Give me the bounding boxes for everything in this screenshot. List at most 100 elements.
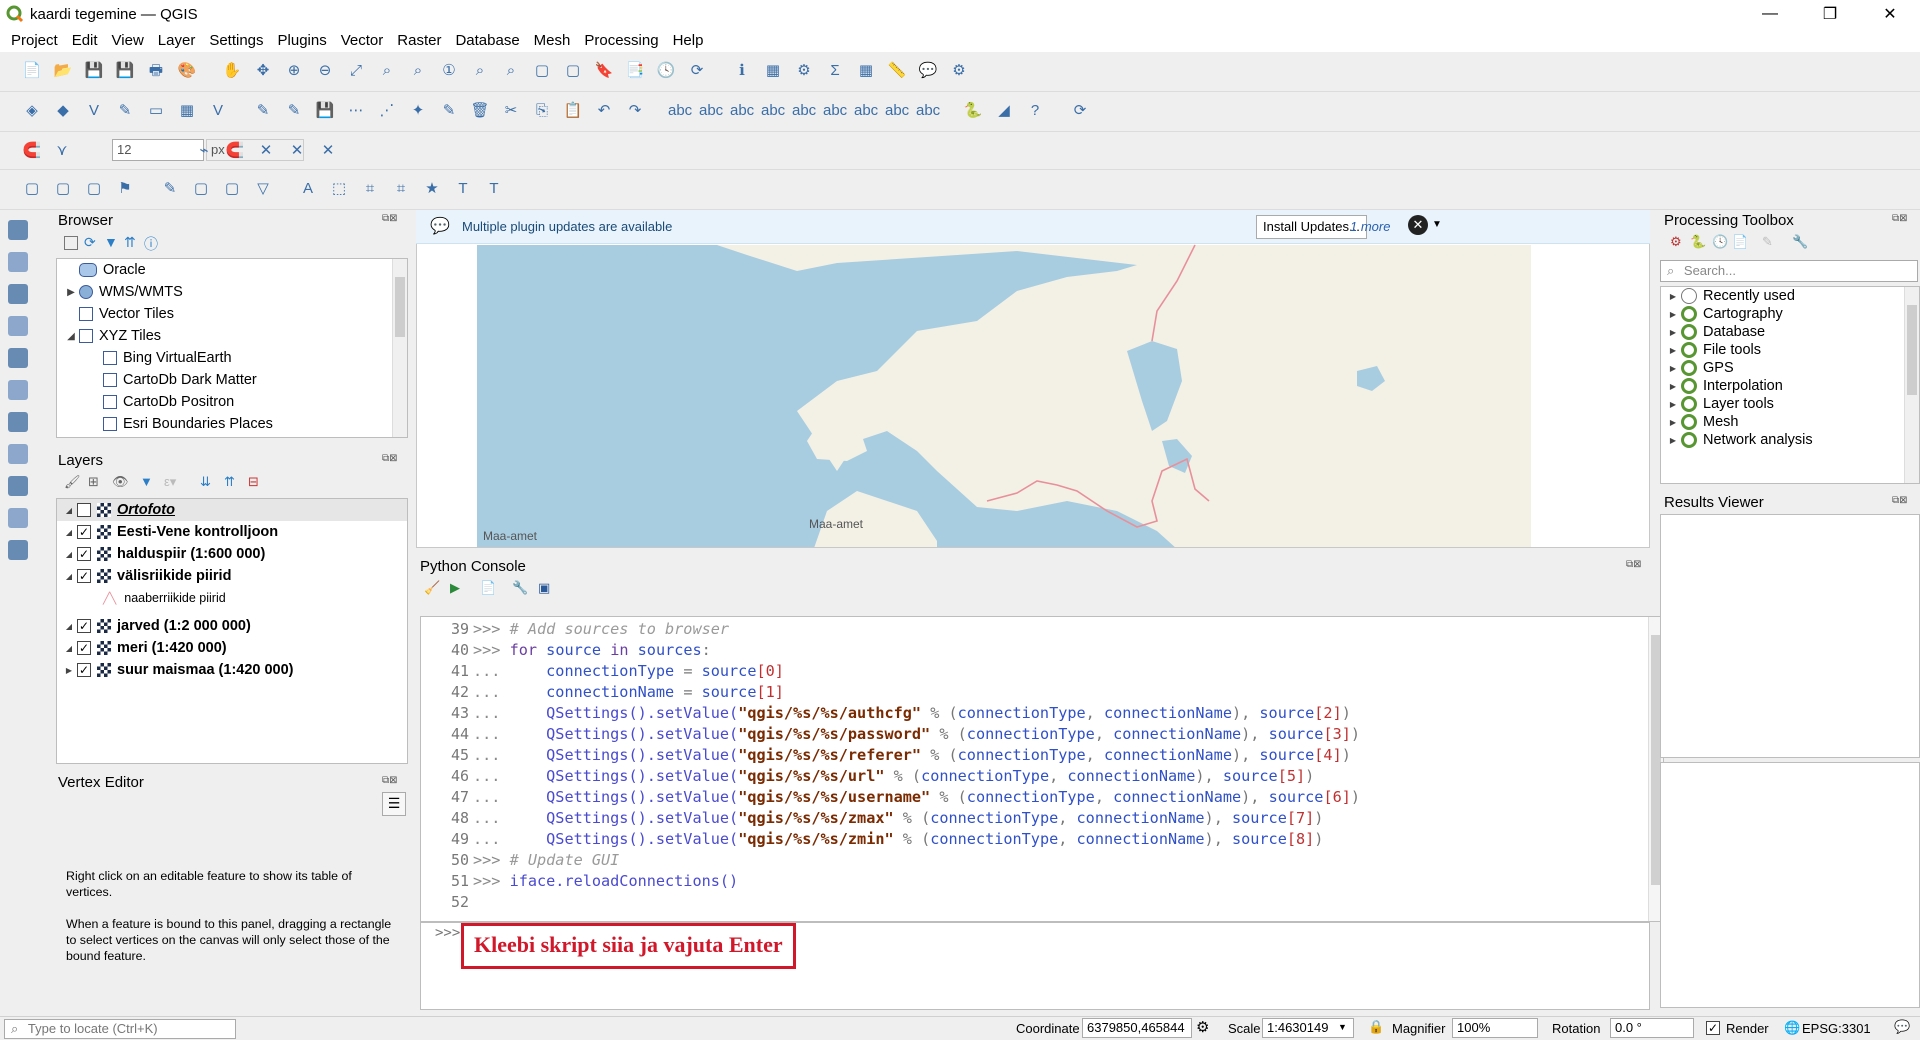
- expand-arrow-icon[interactable]: ◢: [61, 550, 77, 559]
- browser-item[interactable]: Bing VirtualEarth: [57, 347, 407, 369]
- filter-legend-icon[interactable]: ▼: [140, 474, 153, 489]
- undo-icon[interactable]: ↶: [592, 99, 616, 123]
- remove-layer-icon[interactable]: ⊟: [248, 474, 259, 490]
- label-icon[interactable]: abc: [668, 99, 692, 123]
- expand-arrow-icon[interactable]: ▶: [63, 287, 79, 298]
- expand-arrow-icon[interactable]: ▶: [1665, 328, 1681, 337]
- results-viewer-list[interactable]: [1660, 514, 1920, 758]
- locator-input[interactable]: ⌕ Type to locate (Ctrl+K): [4, 1019, 236, 1039]
- style-manager-icon[interactable]: 🎨: [175, 59, 199, 83]
- menu-layer[interactable]: Layer: [151, 32, 203, 49]
- add-delimited-icon[interactable]: [8, 316, 28, 336]
- label-diagram-icon[interactable]: abc: [885, 99, 909, 123]
- browser-dock-buttons[interactable]: ⧉⊠: [382, 213, 398, 224]
- redo-icon[interactable]: ↷: [623, 99, 647, 123]
- expand-arrow-icon[interactable]: ◢: [61, 506, 77, 515]
- pan-icon[interactable]: ✋: [220, 59, 244, 83]
- new-map-view-icon[interactable]: ▢: [530, 59, 554, 83]
- add-wfs-icon[interactable]: [8, 476, 28, 496]
- expand-arrow-icon[interactable]: ▶: [1665, 382, 1681, 391]
- filter-expression-icon[interactable]: ε▾: [164, 474, 176, 490]
- snapping-magnet-icon[interactable]: 🧲: [20, 139, 44, 163]
- clear-console-icon[interactable]: 🧹: [424, 580, 440, 596]
- info-icon[interactable]: ⓘ: [144, 234, 158, 254]
- trace-icon[interactable]: ⌁: [192, 139, 216, 163]
- layer-visibility-checkbox[interactable]: ✓: [77, 641, 91, 655]
- vertex-editor-menu-button[interactable]: ☰: [382, 792, 406, 816]
- split-icon[interactable]: ▢: [220, 177, 244, 201]
- zoom-native-icon[interactable]: ①: [437, 59, 461, 83]
- zoom-last-icon[interactable]: ⌕: [468, 59, 492, 83]
- processing-group[interactable]: ▶ Interpolation: [1661, 377, 1919, 395]
- processing-dock-buttons[interactable]: ⧉⊠: [1892, 213, 1908, 224]
- menu-mesh[interactable]: Mesh: [527, 32, 578, 49]
- processing-group[interactable]: ▶ GPS: [1661, 359, 1919, 377]
- measure-icon[interactable]: 📏: [885, 59, 909, 83]
- settings-gear-icon[interactable]: ⚙: [792, 59, 816, 83]
- run-command-icon[interactable]: ▶: [450, 580, 460, 596]
- toggle-extents-icon[interactable]: ⚙: [1196, 1018, 1209, 1036]
- toggle-editing-icon[interactable]: ✎: [251, 99, 275, 123]
- layer-visibility-checkbox[interactable]: ✓: [77, 619, 91, 633]
- browser-item[interactable]: Oracle: [57, 259, 407, 281]
- advanced-icon[interactable]: ✕: [316, 139, 340, 163]
- temporal-icon[interactable]: 🕓: [654, 59, 678, 83]
- expand-arrow-icon[interactable]: ▶: [1665, 292, 1681, 301]
- expand-arrow-icon[interactable]: ◢: [61, 528, 77, 537]
- layer-visibility-checkbox[interactable]: ✓: [77, 569, 91, 583]
- vertex-dock-buttons[interactable]: ⧉⊠: [382, 775, 398, 786]
- history-icon[interactable]: 🕓: [1712, 234, 1728, 250]
- zoom-full-icon[interactable]: ⤢: [344, 59, 368, 83]
- save-as-icon[interactable]: 💾: [113, 59, 137, 83]
- processing-group[interactable]: ▶ Cartography: [1661, 305, 1919, 323]
- browser-item[interactable]: CartoDb Positron: [57, 391, 407, 413]
- label-pin-icon[interactable]: abc: [699, 99, 723, 123]
- layer-item[interactable]: ◢ ✓ halduspiir (1:600 000): [57, 543, 407, 565]
- layer-item[interactable]: ╱╲ naaberriikide piirid: [57, 587, 407, 609]
- layer-item[interactable]: ◢ ✓ jarved (1:2 000 000): [57, 615, 407, 637]
- snapping-tolerance-spinbox[interactable]: 12: [112, 139, 204, 161]
- label-highlight-icon[interactable]: abc: [730, 99, 754, 123]
- delete-icon[interactable]: 🗑: [468, 99, 492, 123]
- table-icon[interactable]: ▦: [854, 59, 878, 83]
- menu-project[interactable]: Project: [4, 32, 65, 49]
- show-bookmarks-icon[interactable]: 📑: [623, 59, 647, 83]
- collapse-all-layers-icon[interactable]: ⇈: [224, 474, 235, 490]
- help-icon[interactable]: ?: [1023, 99, 1047, 123]
- browser-item[interactable]: ▶ WMS/WMTS: [57, 281, 407, 303]
- layer-styling-icon[interactable]: 🖌: [64, 474, 81, 490]
- zoom-out-icon[interactable]: ⊖: [313, 59, 337, 83]
- dismiss-icon[interactable]: ✕: [1408, 215, 1428, 235]
- expand-all-icon[interactable]: ⇊: [200, 474, 211, 490]
- merge-icon[interactable]: ▽: [251, 177, 275, 201]
- magnifier-spinbox[interactable]: 100%: [1452, 1018, 1538, 1038]
- statistics-sigma-icon[interactable]: Σ: [823, 59, 847, 83]
- cut-icon[interactable]: ✂: [499, 99, 523, 123]
- expand-arrow-icon[interactable]: ◢: [61, 644, 77, 653]
- add-wms-icon[interactable]: [8, 412, 28, 432]
- expand-arrow-icon[interactable]: ▶: [1665, 364, 1681, 373]
- zoom-in-icon[interactable]: ⊕: [282, 59, 306, 83]
- close-window-button[interactable]: ✕: [1860, 0, 1920, 28]
- console-dock-buttons[interactable]: ⧉⊠: [1626, 559, 1642, 570]
- options-wrench-icon[interactable]: 🔧: [1792, 234, 1808, 250]
- data-source-manager-icon[interactable]: ◈: [20, 99, 44, 123]
- refresh-icon[interactable]: ⟳: [84, 234, 96, 251]
- add-point-cloud-icon[interactable]: [8, 348, 28, 368]
- processing-group[interactable]: ▶ Network analysis: [1661, 431, 1919, 449]
- snapping-mode-icon[interactable]: ⋎: [50, 139, 74, 163]
- manage-map-themes-icon[interactable]: 👁: [112, 474, 129, 490]
- layer-item[interactable]: ◢ ✓ meri (1:420 000): [57, 637, 407, 659]
- zoom-selection-icon[interactable]: ⌕: [375, 59, 399, 83]
- minimize-button[interactable]: —: [1740, 0, 1800, 28]
- dismiss-dropdown-icon[interactable]: ▼: [1432, 219, 1442, 230]
- text-annotation-icon[interactable]: T: [451, 177, 475, 201]
- shape-icon[interactable]: ▢: [51, 177, 75, 201]
- menu-raster[interactable]: Raster: [390, 32, 448, 49]
- browser-item[interactable]: ◢ XYZ Tiles: [57, 325, 407, 347]
- add-arcgis-icon[interactable]: [8, 508, 28, 528]
- coordinate-field[interactable]: 6379850,465844: [1082, 1018, 1192, 1038]
- zoom-layer-icon[interactable]: ⌕: [406, 59, 430, 83]
- results-dock-buttons[interactable]: ⧉⊠: [1892, 495, 1908, 506]
- paste-icon[interactable]: 📋: [561, 99, 585, 123]
